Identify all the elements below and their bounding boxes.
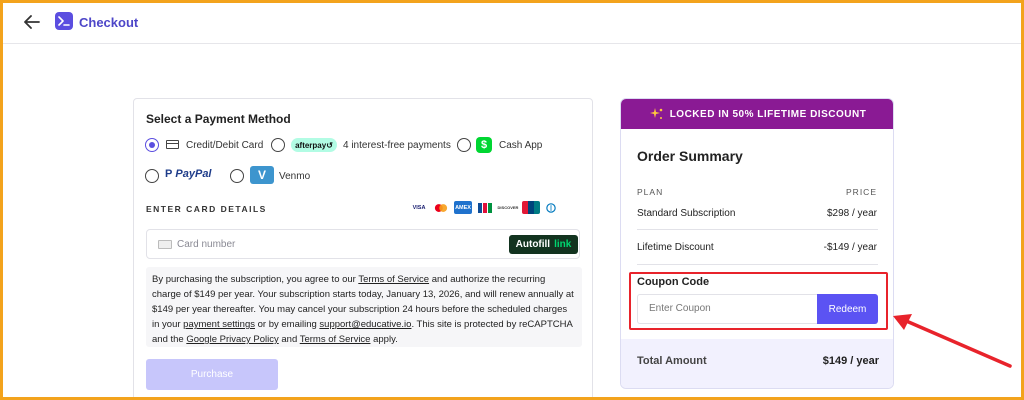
divider	[637, 264, 878, 265]
visa-icon: VISA	[410, 201, 428, 214]
card-brands: VISA AMEX DISCOVER	[410, 201, 558, 214]
col-price: PRICE	[846, 187, 877, 197]
diners-icon	[544, 201, 558, 214]
card-number-input[interactable]: Card number Autofill link	[146, 229, 580, 259]
purchase-button[interactable]: Purchase	[146, 359, 278, 390]
total-label: Total Amount	[637, 355, 707, 367]
radio-cash-app[interactable]	[457, 138, 471, 152]
option-label-venmo: Venmo	[279, 171, 311, 182]
plan-name: Standard Subscription	[637, 208, 736, 219]
google-privacy-link[interactable]: Google Privacy Policy	[186, 334, 278, 345]
terms-text-1: By purchasing the subscription, you agre…	[152, 274, 359, 285]
total-bar: Total Amount $149 / year	[621, 339, 893, 388]
google-terms-link[interactable]: Terms of Service	[300, 334, 371, 345]
cash-app-icon: $	[476, 137, 492, 153]
radio-afterpay[interactable]	[271, 138, 285, 152]
arrow-left-icon[interactable]	[22, 12, 42, 32]
option-label-afterpay: 4 interest-free payments	[343, 140, 451, 151]
payment-settings-link[interactable]: payment settings	[183, 319, 255, 330]
card-icon	[158, 240, 172, 249]
top-bar: Checkout	[0, 0, 1024, 44]
brand-title: Checkout	[79, 15, 139, 30]
option-label-credit-card: Credit/Debit Card	[186, 140, 264, 151]
link-label: link	[554, 239, 572, 250]
payment-method-card: Select a Payment Method Credit/Debit Car…	[133, 98, 593, 400]
credit-card-icon	[166, 140, 179, 149]
terms-text-3: or by emailing	[254, 319, 320, 330]
terms-of-service-link[interactable]: Terms of Service	[358, 274, 429, 285]
divider	[637, 229, 878, 230]
radio-paypal[interactable]	[145, 169, 159, 183]
autofill-label: Autofill	[515, 239, 551, 250]
payment-method-title: Select a Payment Method	[146, 112, 291, 126]
total-value: $149 / year	[822, 355, 879, 367]
card-details-heading: ENTER CARD DETAILS	[146, 204, 267, 214]
radio-credit-card[interactable]	[145, 138, 159, 152]
radio-venmo[interactable]	[230, 169, 244, 183]
col-plan: PLAN	[637, 187, 664, 197]
discount-price: -$149 / year	[823, 242, 877, 253]
discover-icon: DISCOVER	[498, 201, 518, 214]
jcb-icon	[476, 201, 494, 214]
paypal-label: PayPal	[175, 168, 212, 180]
afterpay-label: afterpay	[295, 140, 327, 150]
option-label-cash-app: Cash App	[499, 140, 543, 151]
mastercard-icon	[432, 201, 450, 214]
venmo-icon: V	[250, 166, 274, 184]
plan-price: $298 / year	[826, 208, 877, 219]
red-arrow-icon	[893, 314, 1012, 368]
autofill-link-button[interactable]: Autofill link	[509, 235, 578, 254]
discount-banner: LOCKED IN 50% LIFETIME DISCOUNT	[621, 99, 893, 129]
banner-text: LOCKED IN 50% LIFETIME DISCOUNT	[669, 108, 867, 120]
sparkle-icon	[649, 108, 662, 119]
terms-text-5: and	[278, 334, 300, 345]
terms-text: By purchasing the subscription, you agre…	[146, 267, 582, 347]
order-summary-card: LOCKED IN 50% LIFETIME DISCOUNT Order Su…	[620, 98, 894, 389]
order-summary-title: Order Summary	[637, 148, 743, 164]
card-number-placeholder: Card number	[177, 239, 236, 250]
terms-text-6: apply.	[370, 334, 398, 345]
afterpay-logo: afterpay ↺	[291, 138, 337, 152]
amex-icon: AMEX	[454, 201, 472, 214]
discount-name: Lifetime Discount	[637, 242, 714, 253]
highlight-box	[629, 272, 888, 330]
support-email-link[interactable]: support@educative.io	[319, 319, 411, 330]
unionpay-icon	[522, 201, 540, 214]
terminal-logo-icon	[55, 12, 73, 30]
paypal-logo: P PayPal	[165, 168, 212, 180]
